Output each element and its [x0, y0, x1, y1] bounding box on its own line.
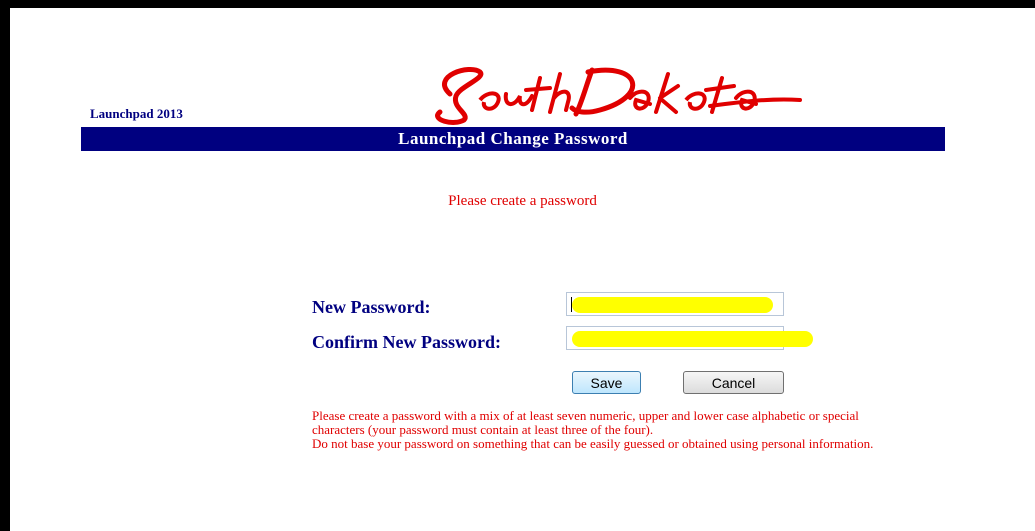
- save-button[interactable]: Save: [572, 371, 641, 394]
- cancel-button[interactable]: Cancel: [683, 371, 784, 394]
- redaction-highlight: [572, 331, 813, 347]
- confirm-password-label: Confirm New Password:: [312, 332, 501, 352]
- password-rules: Please create a password with a mix of a…: [312, 409, 902, 451]
- password-rule-complexity: Please create a password with a mix of a…: [312, 408, 859, 437]
- redaction-highlight: [572, 297, 773, 313]
- south-dakota-logo: [435, 66, 802, 125]
- header-banner: Launchpad Change Password: [81, 127, 945, 151]
- app-name: Launchpad 2013: [90, 106, 183, 121]
- page-title: Launchpad Change Password: [398, 129, 628, 148]
- confirm-password-field[interactable]: [566, 326, 813, 350]
- instruction-prompt: Please create a password: [448, 193, 597, 209]
- new-password-label: New Password:: [312, 297, 431, 317]
- text-cursor: [571, 297, 572, 312]
- change-password-page: Launchpad 2013 Launchpad Change Password…: [10, 8, 1035, 531]
- new-password-field[interactable]: [566, 292, 784, 316]
- password-rule-personal-info: Do not base your password on something t…: [312, 436, 874, 451]
